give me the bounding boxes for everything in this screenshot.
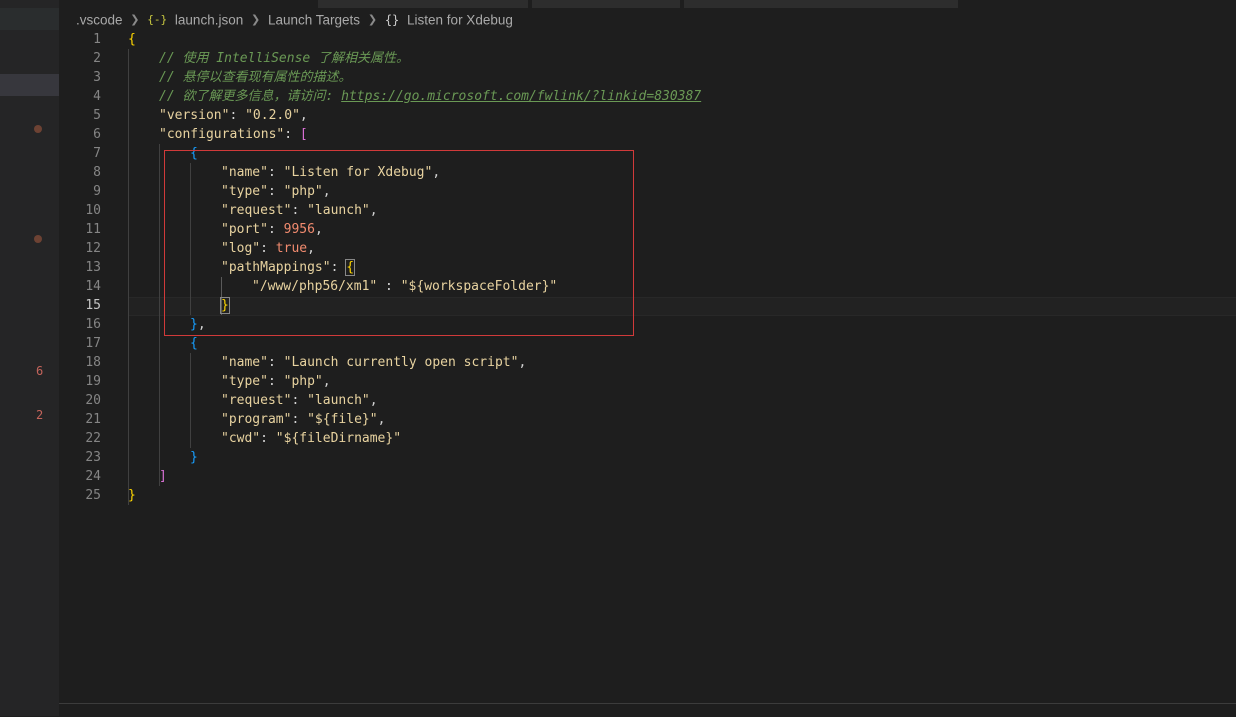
code-line: } — [190, 450, 198, 465]
line-number: 8 — [93, 165, 101, 180]
line-number: 9 — [93, 184, 101, 199]
code-line: "configurations": [ — [159, 127, 308, 142]
breakpoint-dot-icon — [34, 125, 42, 133]
breakpoint-dot-icon — [34, 235, 42, 243]
line-number: 13 — [85, 260, 101, 275]
comment: // 悬停以查看现有属性的描述。 — [159, 70, 352, 85]
side-panel: 6 2 — [0, 0, 59, 716]
problem-count-badge: 6 — [36, 364, 44, 378]
code-line: "cwd": "${fileDirname}" — [221, 431, 402, 446]
json-string: "${fileDirname}" — [275, 431, 402, 446]
line-number: 17 — [85, 336, 101, 351]
problem-count-badge: 2 — [36, 408, 44, 422]
indent-guide — [190, 353, 191, 448]
json-string: "launch" — [307, 393, 370, 408]
json-key: "version" — [159, 108, 230, 123]
line-number: 18 — [85, 355, 101, 370]
breadcrumb-file[interactable]: launch.json — [175, 12, 243, 27]
code-line: "type": "php", — [221, 374, 331, 389]
breadcrumb-folder[interactable]: .vscode — [76, 12, 123, 27]
code-line: // 使用 IntelliSense 了解相关属性。 — [159, 49, 409, 68]
editor-tab[interactable] — [318, 0, 528, 8]
json-key: "configurations" — [159, 127, 285, 142]
breadcrumb-section[interactable]: Launch Targets — [268, 12, 360, 27]
editor-tab[interactable] — [684, 0, 958, 8]
code-line: { — [190, 336, 198, 351]
chevron-right-icon: ❯ — [367, 13, 378, 27]
breadcrumb-object[interactable]: Listen for Xdebug — [407, 12, 513, 27]
code-line: ] — [159, 469, 167, 484]
json-key: "name" — [221, 355, 268, 370]
json-string: "php" — [283, 374, 323, 389]
breadcrumb: .vscode ❯ {-} launch.json ❯ Launch Targe… — [76, 10, 513, 30]
line-number: 2 — [93, 51, 101, 66]
json-string: "${file}" — [307, 412, 378, 427]
line-number: 3 — [93, 70, 101, 85]
line-number: 24 — [85, 469, 101, 484]
indent-guide — [128, 49, 129, 505]
code-line: "request": "launch", — [221, 393, 378, 408]
code-line: "name": "Launch currently open script", — [221, 355, 527, 370]
side-panel-selected-row[interactable] — [0, 74, 59, 96]
highlight-annotation-box — [164, 150, 634, 336]
line-number: 10 — [85, 203, 101, 218]
json-key: "type" — [221, 374, 268, 389]
code-line: "program": "${file}", — [221, 412, 386, 427]
code-line: "version": "0.2.0", — [159, 108, 308, 123]
panel-border — [59, 703, 1236, 717]
line-number: 21 — [85, 412, 101, 427]
line-number: 7 — [93, 146, 101, 161]
line-number-active: 15 — [85, 298, 101, 313]
comment: // 欲了解更多信息，请访问: — [159, 89, 342, 104]
line-number: 16 — [85, 317, 101, 332]
line-number: 14 — [85, 279, 101, 294]
json-string: "0.2.0" — [245, 108, 300, 123]
code-editor[interactable]: 1 2 3 4 5 6 7 8 9 10 11 12 13 14 15 16 1… — [59, 30, 1236, 710]
line-number: 20 — [85, 393, 101, 408]
object-icon: {} — [384, 13, 400, 28]
line-number: 12 — [85, 241, 101, 256]
line-number: 1 — [93, 32, 101, 47]
code-line: { — [128, 32, 136, 47]
comment: // 使用 IntelliSense 了解相关属性。 — [159, 51, 410, 66]
json-file-icon: {-} — [147, 13, 168, 27]
indent-guide — [159, 144, 160, 486]
side-panel-row[interactable] — [0, 8, 59, 30]
chevron-right-icon: ❯ — [130, 13, 140, 27]
tab-bar — [318, 0, 958, 8]
json-key: "program" — [221, 412, 292, 427]
code-line: // 悬停以查看现有属性的描述。 — [159, 68, 351, 87]
json-key: "request" — [221, 393, 292, 408]
json-string: "Launch currently open script" — [283, 355, 519, 370]
line-number: 6 — [93, 127, 101, 142]
chevron-right-icon: ❯ — [251, 13, 261, 27]
line-number: 25 — [85, 488, 101, 503]
line-number: 19 — [85, 374, 101, 389]
line-number: 11 — [85, 222, 101, 237]
line-number: 22 — [85, 431, 101, 446]
json-key: "cwd" — [221, 431, 261, 446]
editor-tab[interactable] — [532, 0, 680, 8]
docs-link[interactable]: https://go.microsoft.com/fwlink/?linkid=… — [341, 89, 701, 104]
line-number: 5 — [93, 108, 101, 123]
line-number: 23 — [85, 450, 101, 465]
code-line: } — [128, 488, 136, 503]
code-line: // 欲了解更多信息，请访问: https://go.microsoft.com… — [159, 87, 701, 106]
line-number: 4 — [93, 89, 101, 104]
